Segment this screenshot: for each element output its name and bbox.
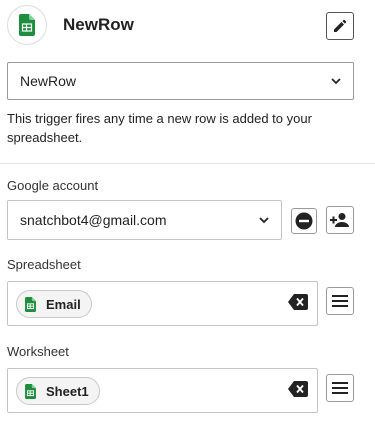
section-divider (0, 163, 375, 164)
chevron-down-icon (259, 217, 269, 224)
minus-circle-icon (295, 212, 313, 230)
add-account-button[interactable] (326, 206, 354, 234)
trigger-select-value: NewRow (20, 73, 77, 89)
edit-button[interactable] (326, 12, 354, 40)
step-title: NewRow (63, 15, 134, 34)
worksheet-label: Worksheet (7, 344, 69, 359)
spreadsheet-chip[interactable]: Email (16, 290, 92, 318)
hamburger-menu-icon (332, 295, 348, 307)
worksheet-chip-label: Sheet1 (46, 383, 89, 399)
google-account-label: Google account (7, 178, 99, 193)
google-sheets-icon (19, 14, 35, 36)
remove-account-button[interactable] (291, 208, 317, 234)
chevron-down-icon (331, 78, 341, 85)
trigger-description: This trigger fires any time a new row is… (7, 111, 312, 145)
spreadsheet-chip-label: Email (46, 296, 81, 312)
spreadsheet-label: Spreadsheet (7, 257, 81, 272)
google-sheets-icon (25, 383, 36, 399)
backspace-clear-icon[interactable] (288, 294, 308, 310)
google-sheets-icon (25, 296, 36, 312)
spreadsheet-field[interactable]: Email (7, 281, 318, 326)
worksheet-chip[interactable]: Sheet1 (16, 377, 100, 405)
hamburger-menu-icon (332, 382, 348, 394)
google-account-select[interactable]: snatchbot4@gmail.com (7, 200, 282, 240)
worksheet-field[interactable]: Sheet1 (7, 368, 318, 413)
worksheet-menu-button[interactable] (326, 374, 354, 402)
spreadsheet-menu-button[interactable] (326, 287, 354, 315)
pencil-icon (334, 19, 347, 32)
add-user-icon (330, 213, 349, 227)
step-header: NewRow (0, 0, 375, 54)
google-account-value: snatchbot4@gmail.com (20, 212, 167, 228)
trigger-select[interactable]: NewRow (7, 62, 354, 100)
app-icon-badge (7, 5, 47, 45)
backspace-clear-icon[interactable] (288, 381, 308, 397)
